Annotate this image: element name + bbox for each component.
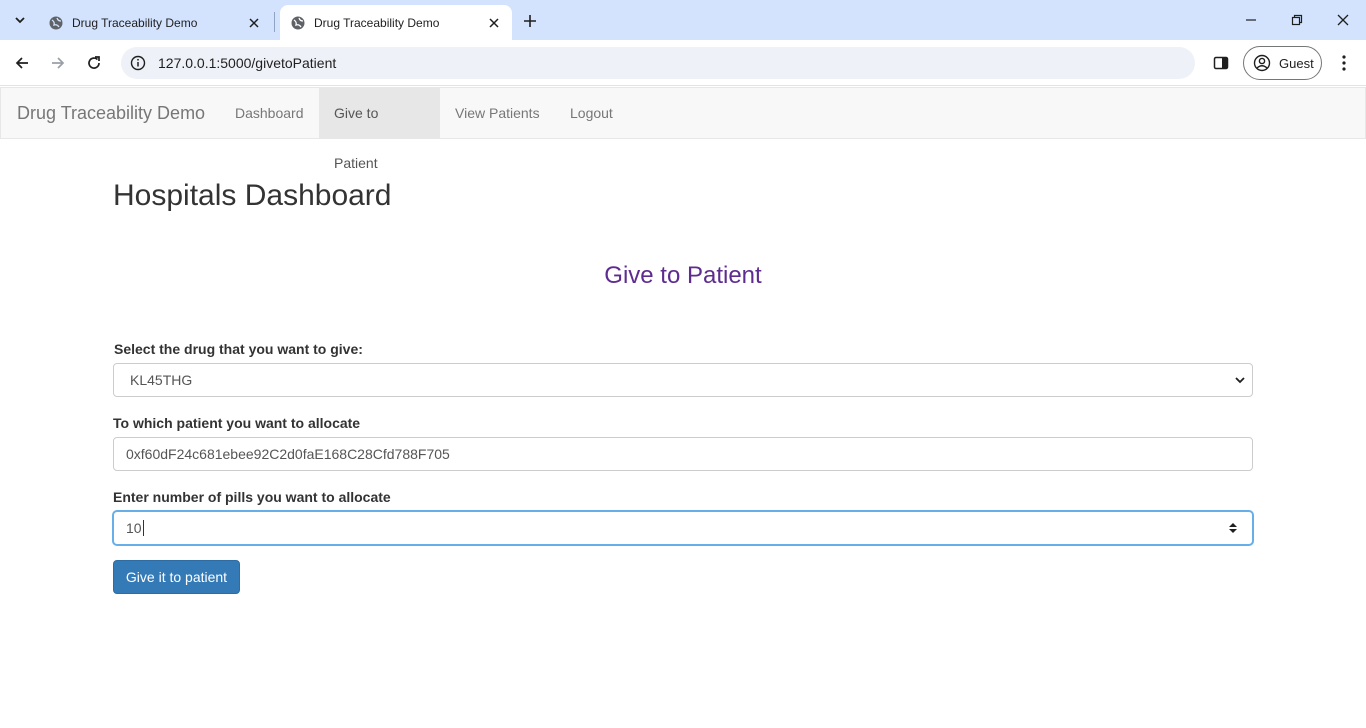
navbar-brand[interactable]: Drug Traceability Demo: [17, 103, 205, 124]
site-info-icon[interactable]: [130, 55, 146, 71]
section-title: Give to Patient: [604, 262, 762, 289]
pills-count-label: Enter number of pills you want to alloca…: [113, 489, 391, 505]
tab-separator: [274, 12, 275, 32]
page-title: Hospitals Dashboard: [113, 179, 392, 212]
new-tab-plus-icon[interactable]: [519, 10, 541, 32]
tab-title: Drug Traceability Demo: [72, 15, 198, 30]
patient-address-label: To which patient you want to allocate: [113, 415, 361, 431]
pills-count-input[interactable]: 10: [113, 511, 1253, 545]
nav-link-view-patients[interactable]: View Patients: [440, 88, 555, 138]
patient-address-input[interactable]: 0xf60dF24c681ebee92C2d0faE168C28Cfd788F7…: [113, 437, 1253, 471]
nav-link-give-to-patient[interactable]: Give to Patient: [319, 88, 440, 171]
tab-search-chevron-icon[interactable]: [8, 8, 32, 32]
url-text: 127.0.0.1:5000/givetoPatient: [158, 55, 337, 71]
restore-icon[interactable]: [1285, 8, 1309, 32]
nav-link-logout[interactable]: Logout: [555, 88, 628, 138]
minimize-icon[interactable]: [1239, 8, 1263, 32]
browser-tab-1[interactable]: Drug Traceability Demo: [38, 5, 272, 40]
forward-arrow-icon[interactable]: [46, 51, 70, 75]
globe-icon: [290, 15, 306, 31]
browser-toolbar: 127.0.0.1:5000/givetoPatient Guest: [0, 40, 1366, 86]
browser-tab-2[interactable]: Drug Traceability Demo: [280, 5, 512, 40]
globe-icon: [48, 15, 64, 31]
account-circle-icon: [1253, 54, 1271, 72]
text-caret: [142, 520, 144, 536]
patient-address-value: 0xf60dF24c681ebee92C2d0faE168C28Cfd788F7…: [126, 446, 450, 462]
nav-link-dashboard[interactable]: Dashboard: [220, 88, 319, 138]
give-to-patient-button[interactable]: Give it to patient: [113, 560, 240, 594]
close-tab-icon[interactable]: [486, 15, 502, 31]
more-menu-icon[interactable]: [1333, 51, 1355, 75]
profile-label: Guest: [1279, 55, 1314, 71]
page-content: Drug Traceability Demo Dashboard Give to…: [0, 87, 1366, 728]
close-window-icon[interactable]: [1331, 8, 1355, 32]
side-panel-icon[interactable]: [1209, 51, 1233, 75]
chevron-down-icon: [1234, 374, 1246, 386]
drug-select-value: KL45THG: [130, 372, 193, 388]
address-bar[interactable]: 127.0.0.1:5000/givetoPatient: [121, 47, 1195, 79]
browser-tabstrip: Drug Traceability Demo Drug Traceability…: [0, 0, 1366, 40]
tab-title: Drug Traceability Demo: [314, 15, 440, 30]
close-tab-icon[interactable]: [246, 15, 262, 31]
reload-icon[interactable]: [82, 51, 106, 75]
number-spinner-icon[interactable]: [1228, 521, 1238, 535]
site-navbar: Drug Traceability Demo Dashboard Give to…: [0, 87, 1366, 171]
profile-button[interactable]: Guest: [1243, 46, 1322, 80]
drug-select-label: Select the drug that you want to give:: [114, 341, 363, 357]
back-arrow-icon[interactable]: [10, 51, 34, 75]
pills-count-value: 10: [126, 520, 142, 536]
drug-select[interactable]: KL45THG: [113, 363, 1253, 397]
